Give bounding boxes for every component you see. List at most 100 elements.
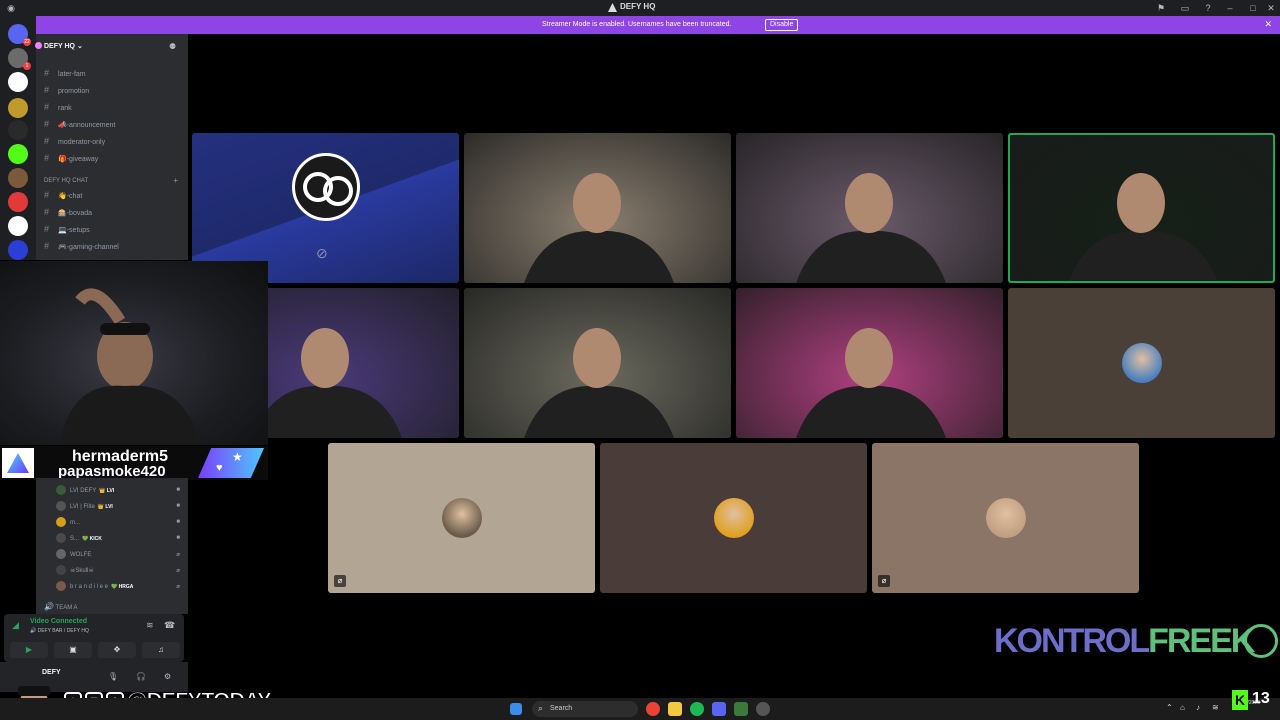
sub-badge: ★ ♥ [198, 448, 264, 478]
spotify-icon[interactable] [690, 702, 704, 716]
video-tile[interactable] [464, 288, 731, 438]
noise-suppression-icon[interactable]: ≋ [146, 620, 154, 631]
unread-badge: 22 [23, 38, 31, 46]
avatar [56, 549, 66, 560]
chrome-icon[interactable] [646, 702, 660, 716]
terminal-icon[interactable] [734, 702, 748, 716]
wifi-icon[interactable]: ≋ [1212, 703, 1219, 712]
voice-channel-team-a[interactable]: 🔊 TEAM A [44, 600, 78, 614]
avatar [56, 533, 66, 544]
facecam-figure [60, 288, 200, 445]
minimize-icon[interactable]: – [1225, 3, 1235, 13]
soundboard-button[interactable]: ♫ [142, 642, 180, 658]
server-icon-server-9[interactable] [8, 216, 28, 236]
activities-button[interactable]: ✥ [98, 642, 136, 658]
chat-channel-item[interactable]: # 👋-chat [44, 188, 82, 202]
avatar [56, 501, 66, 512]
voice-user-name: LVI | Flite [70, 504, 95, 510]
server-icon-server-2[interactable]: 1 [8, 48, 31, 70]
streamer-nameplate: hermaderm5 papasmoke420 ★ ♥ [0, 446, 268, 480]
network-icon[interactable]: ⌂ [1180, 703, 1185, 712]
server-icon-defy[interactable] [8, 72, 28, 92]
user-name[interactable]: DEFY [42, 669, 61, 676]
webcam-feed [1068, 173, 1218, 283]
voice-user[interactable]: LVI DEFY 👑 LVI [56, 484, 114, 498]
text-channel-item[interactable]: # 📣-announcement [44, 117, 115, 131]
add-channel-icon[interactable]: + [173, 176, 178, 185]
video-tile[interactable] [464, 133, 731, 283]
voice-status[interactable]: Video Connected [30, 618, 87, 625]
guild-name[interactable]: DEFY HQ ⌄ [44, 42, 83, 50]
server-icon-kick[interactable] [8, 144, 28, 164]
file-explorer-icon[interactable] [668, 702, 682, 716]
server-icon-server-5[interactable] [8, 120, 28, 140]
screen-icon[interactable]: ▭ [1180, 3, 1190, 13]
hash-icon: # [44, 190, 50, 200]
server-icon-server-4[interactable] [8, 98, 28, 118]
text-channel-item[interactable]: # rank [44, 100, 72, 114]
server-icon-server-10[interactable] [8, 240, 28, 260]
video-tile[interactable] [1008, 288, 1275, 438]
voice-user[interactable]: m... [56, 516, 80, 530]
role-tag: 💚 KICK [82, 536, 102, 542]
headset-icon[interactable]: 🎧 [136, 672, 146, 681]
camera-on-icon: ■ [176, 535, 180, 541]
windows-taskbar: ⌃ ⌕ Search ⌂ ♪ ≋ 12/18/2025 [0, 698, 1280, 720]
category-header[interactable]: DEFY HQ CHAT [44, 178, 88, 184]
video-tile[interactable] [736, 133, 1003, 283]
discord-taskbar-icon[interactable] [712, 702, 726, 716]
invite-icon[interactable]: ⚉ [169, 42, 178, 51]
text-channel-item[interactable]: # 🎁-giveaway [44, 151, 98, 165]
text-channel-item[interactable]: # later-fam [44, 66, 86, 80]
chat-channel-item[interactable]: # 🎮-gaming-channel [44, 239, 119, 253]
help-icon[interactable]: ? [1203, 3, 1213, 13]
chat-channel-item[interactable]: # 💻-setups [44, 222, 90, 236]
voice-channel-path[interactable]: 🔊 DEFY BAR / DEFY HQ [30, 628, 89, 634]
muted-icon: ⌀ [176, 568, 180, 574]
obs-logo-icon [292, 153, 360, 221]
voice-user[interactable]: ☠Skull☠ [56, 564, 94, 578]
close-icon[interactable]: ✕ [1264, 19, 1272, 30]
text-channel-item[interactable]: # moderator-only [44, 134, 105, 148]
obs-taskbar-icon[interactable] [756, 702, 770, 716]
mic-tray-icon[interactable]: ♪ [1196, 703, 1200, 712]
text-channel-item[interactable]: # promotion [44, 83, 89, 97]
voice-user-name: LVI DEFY [70, 488, 97, 494]
participant-avatar [985, 498, 1026, 538]
video-tile[interactable] [1008, 133, 1275, 283]
settings-gear-icon[interactable]: ⚙ [164, 672, 171, 681]
avatar [56, 485, 66, 496]
role-tag: 💚 HRGA [111, 584, 134, 590]
disconnect-icon[interactable]: ☎ [164, 620, 175, 631]
video-tile[interactable] [600, 443, 867, 593]
defy-logo-icon [608, 3, 617, 12]
channel-sidebar: DEFY HQ ⌄ ⚉ # later-fam # promotion # rank # 📣-… [35, 34, 188, 260]
discord-icon: ◉ [7, 3, 15, 13]
maximize-icon[interactable]: □ [1248, 3, 1258, 13]
voice-user[interactable]: S... 💚 KICK [56, 532, 102, 546]
voice-user[interactable]: b r a n d i l e e 💚 HRGA [56, 580, 133, 594]
disable-streamer-mode-button[interactable]: Disable [765, 19, 799, 31]
start-icon[interactable] [510, 703, 522, 715]
voice-user[interactable]: LVI | Flite 👑 LVI [56, 500, 113, 514]
server-icon-server-7[interactable] [8, 168, 28, 188]
webcam-feed [796, 328, 946, 438]
participant-avatar [713, 498, 754, 538]
camera-button[interactable]: ▶ [10, 642, 48, 658]
title-bar: ◉ DEFY HQ ⚑ ▭ ? – □ ✕ [0, 0, 1280, 16]
mic-icon[interactable]: 🎙 [108, 672, 118, 681]
channel-name: promotion [58, 88, 90, 95]
server-icon-server-8[interactable] [8, 192, 28, 212]
video-tile[interactable]: ⌀ [872, 443, 1139, 593]
taskbar-search[interactable]: ⌕ Search [532, 701, 638, 717]
chat-channel-item[interactable]: # 🎰-bovada [44, 205, 92, 219]
server-icon-home[interactable]: 22 [8, 24, 31, 46]
tray-chevron-icon[interactable]: ⌃ [1166, 703, 1173, 712]
video-tile[interactable]: ⌀ [328, 443, 595, 593]
screenshare-button[interactable]: ▣ [54, 642, 92, 658]
inbox-icon[interactable]: ⚑ [1156, 3, 1166, 13]
search-icon: ⌕ [538, 703, 544, 713]
video-tile[interactable] [736, 288, 1003, 438]
voice-user[interactable]: WOLFE [56, 548, 91, 562]
close-window-icon[interactable]: ✕ [1266, 3, 1276, 13]
